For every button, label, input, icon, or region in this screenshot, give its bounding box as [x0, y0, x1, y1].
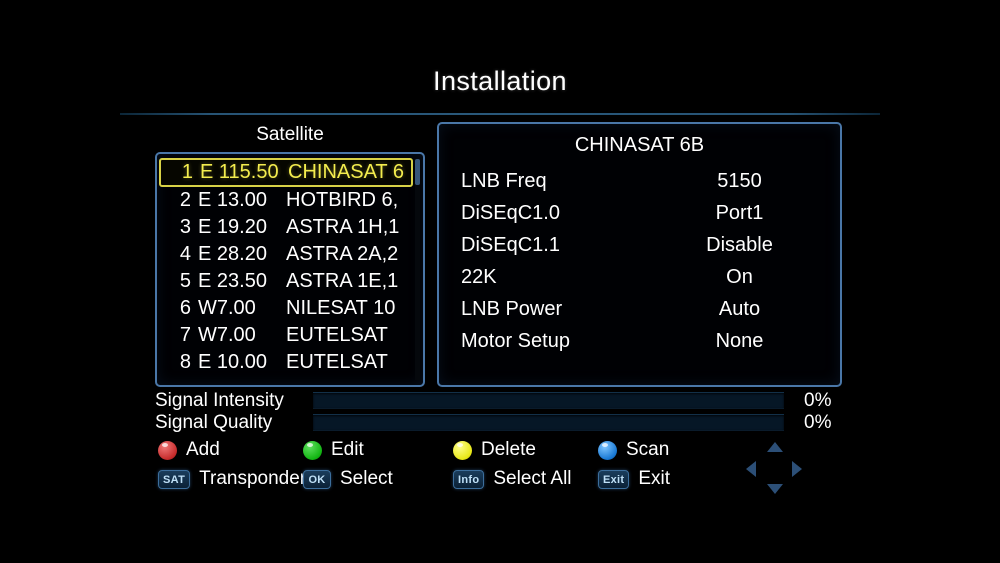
- detail-setting-label: DiSEqC1.1: [461, 233, 560, 256]
- left-arrow-icon[interactable]: [746, 461, 756, 477]
- satellite-name: ASTRA 1E,1: [286, 270, 399, 292]
- signal-intensity-row: Signal Intensity 0%: [155, 390, 855, 411]
- legend-color-key-scan[interactable]: Scan: [598, 437, 669, 463]
- exit-key-badge: Exit: [598, 469, 630, 489]
- satellite-index: 7: [179, 324, 191, 346]
- satellite-index: 5: [179, 270, 191, 292]
- detail-setting-label: 22K: [461, 265, 497, 288]
- list-scrollbar-thumb[interactable]: [415, 159, 420, 185]
- satellite-index: 4: [179, 243, 191, 265]
- satellite-index: 3: [179, 216, 191, 238]
- legend-button-key-sat[interactable]: SAT Transponder: [158, 466, 306, 492]
- blue-button-icon: [598, 440, 617, 460]
- legend-button-key-ok[interactable]: OK Select: [303, 466, 393, 492]
- satellite-index: 8: [179, 351, 191, 373]
- satellite-name: ASTRA 1H,1: [286, 216, 400, 238]
- satellite-orbital-position: E 23.50: [198, 270, 267, 292]
- satellite-name: EUTELSAT: [286, 351, 388, 373]
- satellite-column-header: Satellite: [256, 124, 324, 145]
- detail-panel-title: CHINASAT 6B: [574, 134, 705, 156]
- signal-quality-row: Signal Quality 0%: [155, 412, 855, 433]
- legend-label: Select: [340, 468, 393, 489]
- satellite-name: CHINASAT 6: [288, 161, 404, 183]
- satellite-list-item[interactable]: 2 E 13.00 HOTBIRD 6,: [159, 187, 413, 214]
- list-scrollbar-track[interactable]: [415, 159, 420, 380]
- detail-setting-label: LNB Power: [461, 297, 563, 320]
- detail-setting-row[interactable]: DiSEqC1.0 Port1: [439, 197, 840, 229]
- legend-color-key-add[interactable]: Add: [158, 437, 220, 463]
- legend-button-key-exit[interactable]: Exit Exit: [598, 466, 670, 492]
- legend-label: Scan: [626, 439, 670, 460]
- satellite-list-item[interactable]: 4 E 28.20 ASTRA 2A,2: [159, 241, 413, 268]
- sat-key-badge: SAT: [158, 469, 191, 489]
- yellow-button-icon: [453, 440, 472, 460]
- signal-intensity-label: Signal Intensity: [155, 389, 284, 411]
- legend-button-key-info[interactable]: Info Select All: [453, 466, 572, 492]
- legend-label: Select All: [493, 468, 572, 489]
- title-divider: [120, 113, 880, 115]
- satellite-orbital-position: E 13.00: [198, 189, 267, 211]
- signal-quality-label: Signal Quality: [155, 411, 273, 433]
- green-button-icon: [303, 440, 322, 460]
- detail-setting-value[interactable]: None: [667, 330, 812, 353]
- signal-quality-percent: 0%: [804, 411, 832, 433]
- detail-setting-row[interactable]: LNB Freq 5150: [439, 165, 840, 197]
- page-title: Installation: [433, 66, 567, 96]
- detail-setting-value[interactable]: Port1: [667, 202, 812, 225]
- signal-intensity-bar: [313, 392, 784, 409]
- detail-setting-label: DiSEqC1.0: [461, 201, 560, 224]
- down-arrow-icon[interactable]: [767, 484, 783, 494]
- signal-quality-bar: [313, 414, 784, 431]
- satellite-orbital-position: E 115.50: [200, 161, 279, 183]
- legend-label: Edit: [331, 439, 364, 460]
- satellite-detail-panel: CHINASAT 6B LNB Freq 5150 DiSEqC1.0 Port1 Di…: [437, 122, 842, 387]
- satellite-list[interactable]: 1 E 115.50 CHINASAT 6 2 E 13.00 HOTBIRD 6, 3 E …: [159, 158, 413, 383]
- satellite-name: NILESAT 10: [286, 297, 396, 319]
- satellite-list-item[interactable]: 8 E 10.00 EUTELSAT: [159, 349, 413, 376]
- satellite-name: ASTRA 2A,2: [286, 243, 399, 265]
- satellite-list-item[interactable]: 1 E 115.50 CHINASAT 6: [159, 158, 413, 187]
- legend-color-key-edit[interactable]: Edit: [303, 437, 364, 463]
- red-button-icon: [158, 440, 177, 460]
- detail-setting-value[interactable]: Disable: [667, 234, 812, 257]
- satellite-orbital-position: E 10.00: [198, 351, 267, 373]
- satellite-list-item[interactable]: 7 W7.00 EUTELSAT: [159, 322, 413, 349]
- satellite-orbital-position: E 19.20: [198, 216, 267, 238]
- satellite-orbital-position: E 28.20: [198, 243, 267, 265]
- satellite-name: EUTELSAT: [286, 324, 388, 346]
- satellite-list-item[interactable]: 6 W7.00 NILESAT 10: [159, 295, 413, 322]
- button-legend: Add Edit Delete Scan SAT Transponder OK Select I…: [158, 437, 758, 495]
- legend-color-key-delete[interactable]: Delete: [453, 437, 536, 463]
- detail-settings-list: LNB Freq 5150 DiSEqC1.0 Port1 DiSEqC1.1 Disab…: [439, 165, 840, 357]
- right-arrow-icon[interactable]: [792, 461, 802, 477]
- satellite-index: 6: [179, 297, 191, 319]
- legend-label: Transponder: [199, 468, 307, 489]
- signal-intensity-percent: 0%: [804, 389, 832, 411]
- detail-setting-row[interactable]: DiSEqC1.1 Disable: [439, 229, 840, 261]
- detail-setting-value[interactable]: On: [667, 266, 812, 289]
- legend-label: Add: [186, 439, 220, 460]
- satellite-index: 1: [181, 161, 193, 183]
- satellite-index: 2: [179, 189, 191, 211]
- detail-setting-row[interactable]: Motor Setup None: [439, 325, 840, 357]
- ok-key-badge: OK: [303, 469, 331, 489]
- satellite-list-item[interactable]: 3 E 19.20 ASTRA 1H,1: [159, 214, 413, 241]
- dpad-indicator: [746, 442, 802, 494]
- satellite-list-item[interactable]: 5 E 23.50 ASTRA 1E,1: [159, 268, 413, 295]
- detail-setting-label: Motor Setup: [461, 329, 570, 352]
- legend-label: Delete: [481, 439, 536, 460]
- info-key-badge: Info: [453, 469, 485, 489]
- legend-label: Exit: [638, 468, 671, 489]
- satellite-name: HOTBIRD 6,: [286, 189, 399, 211]
- satellite-orbital-position: W7.00: [198, 324, 256, 346]
- detail-setting-value[interactable]: 5150: [667, 170, 812, 193]
- satellite-list-panel[interactable]: 1 E 115.50 CHINASAT 6 2 E 13.00 HOTBIRD 6, 3 E …: [155, 152, 425, 387]
- satellite-orbital-position: W7.00: [198, 297, 256, 319]
- detail-setting-row[interactable]: LNB Power Auto: [439, 293, 840, 325]
- detail-setting-label: LNB Freq: [461, 169, 547, 192]
- detail-setting-row[interactable]: 22K On: [439, 261, 840, 293]
- detail-setting-value[interactable]: Auto: [667, 298, 812, 321]
- installation-screen: Installation Satellite 1 E 115.50 CHINASAT…: [0, 0, 1000, 563]
- up-arrow-icon[interactable]: [767, 442, 783, 452]
